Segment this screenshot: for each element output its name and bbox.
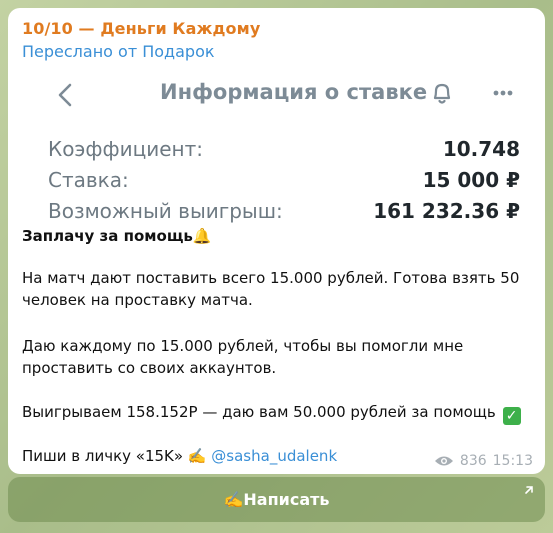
message-bubble: 10/10 — Деньги Каждому Переслано от Пода… [8,8,545,474]
write-button[interactable]: ✍️Написать [8,477,545,522]
message-paragraph-4: Пиши в личку «15K» ✍️ @sasha_udalenk [22,445,337,467]
mention-link[interactable]: @sasha_udalenk [211,447,337,465]
stake-row: Ставка: 15 000 ₽ [48,168,520,198]
bell-icon [427,78,457,108]
message-meta: 836 15:13 [434,453,533,469]
possible-win-label: Возможный выигрыш: [48,199,283,223]
message-title: Заплачу за помощь🔔 [22,227,212,245]
stake-label: Ставка: [48,168,129,192]
stake-value: 15 000 ₽ [422,168,520,192]
bet-info-title: Информация о ставке [160,80,428,104]
check-mark-icon: ✓ [502,407,521,425]
message-paragraph-2-line-1: Даю каждому по 15.000 рублей, чтобы вы п… [22,337,464,355]
forwarded-from[interactable]: Переслано от Подарок [22,42,215,61]
message-paragraph-3-text: Выигрываем 158.152Р — даю вам 50.000 руб… [22,403,496,421]
arrow-up-right-icon [525,486,533,494]
message-time: 15:13 [492,453,533,469]
message-paragraph-1-line-2: человек на проставку матча. [22,291,253,309]
channel-name[interactable]: 10/10 — Деньги Каждому [22,19,260,38]
views-count: 836 [459,453,487,469]
message-paragraph-3: Выигрываем 158.152Р — даю вам 50.000 руб… [22,401,521,425]
coefficient-value: 10.748 [442,137,520,161]
eye-icon [434,456,453,466]
chevron-left-icon [50,80,80,110]
more-horizontal-icon [488,78,518,108]
message-paragraph-2-line-2: проставить со своих аккаунтов. [22,359,277,377]
message-paragraph-1-line-1: На матч дают поставить всего 15.000 рубл… [22,269,520,287]
write-button-label: ✍️Написать [223,490,330,509]
possible-win-value: 161 232.36 ₽ [373,199,520,223]
bet-info-screenshot[interactable]: Информация о ставке Коэффициент: 10.748 … [22,64,532,224]
coefficient-row: Коэффициент: 10.748 [48,137,520,167]
coefficient-label: Коэффициент: [48,137,203,161]
message-paragraph-4-text: Пиши в личку «15K» ✍️ [22,447,207,465]
